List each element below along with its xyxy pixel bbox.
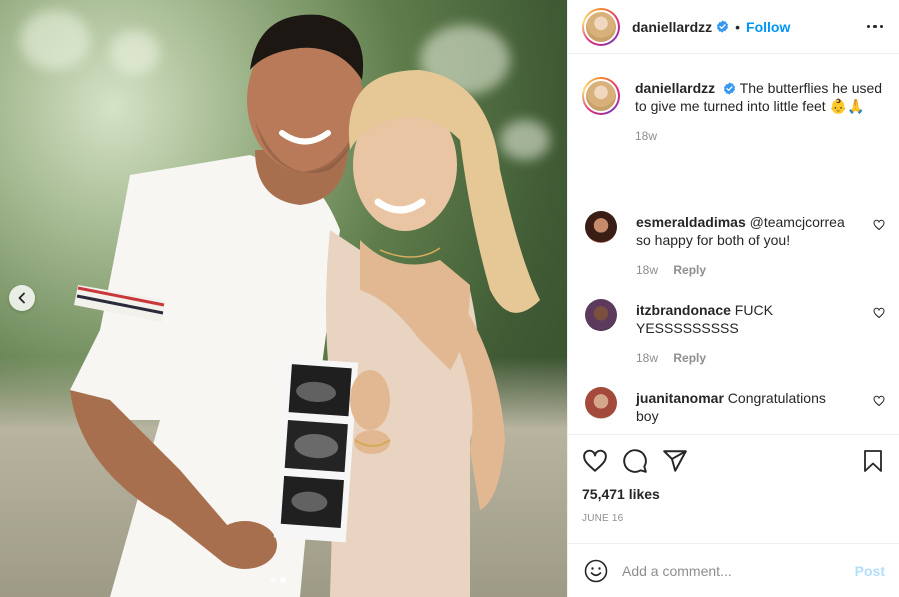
verified-badge-icon: [716, 20, 729, 33]
like-button[interactable]: [582, 448, 608, 474]
comment-username[interactable]: juanitanomar: [636, 390, 724, 406]
comment-button[interactable]: [622, 448, 648, 474]
author-username[interactable]: daniellardzz: [632, 19, 712, 35]
heart-icon[interactable]: [873, 307, 885, 319]
comment-item: esmeraldadimas @teamcjcorrea so happy fo…: [582, 211, 885, 277]
comment-age: 18w: [636, 263, 659, 277]
comment-username[interactable]: esmeraldadimas: [636, 214, 746, 230]
comment-username[interactable]: itzbrandonace: [636, 302, 731, 318]
post-photo: [70, 14, 540, 597]
commenter-avatar[interactable]: [585, 299, 617, 331]
comment-age: 18w: [636, 351, 659, 365]
ultrasound-strip: [273, 357, 359, 543]
carousel-indicator: [270, 577, 286, 583]
reply-button[interactable]: Reply: [673, 351, 706, 365]
bookmark-icon: [864, 450, 882, 472]
author-avatar[interactable]: [582, 7, 620, 46]
carousel-dot: [270, 577, 276, 583]
heart-icon: [583, 449, 607, 472]
post-comment-button[interactable]: Post: [855, 563, 885, 579]
caption-username[interactable]: daniellardzz: [635, 80, 715, 96]
carousel-dot-active: [280, 577, 286, 583]
heart-icon[interactable]: [873, 395, 885, 407]
woman-hand: [350, 370, 390, 430]
carousel-prev-button[interactable]: [9, 285, 35, 311]
chevron-left-icon: [18, 292, 25, 304]
post-actions: 75,471 likes JUNE 16: [568, 434, 899, 524]
share-button[interactable]: [662, 448, 688, 474]
likes-count[interactable]: 75,471 likes: [582, 486, 885, 502]
post-caption: daniellardzz The butterflies he used to …: [582, 77, 885, 143]
header-separator: •: [735, 18, 741, 35]
share-icon: [663, 450, 687, 472]
post-media[interactable]: [0, 0, 567, 597]
heart-icon[interactable]: [873, 219, 885, 231]
commenter-avatar[interactable]: [585, 211, 617, 243]
caption-avatar[interactable]: [582, 77, 620, 115]
add-comment-bar: Post: [568, 543, 899, 597]
post-header: daniellardzz • Follow: [568, 0, 899, 54]
post-date[interactable]: JUNE 16: [582, 513, 885, 524]
comment-icon: [623, 449, 647, 473]
emoji-icon[interactable]: [584, 559, 608, 583]
follow-button[interactable]: Follow: [746, 19, 790, 35]
comments-list[interactable]: daniellardzz The butterflies he used to …: [568, 55, 899, 433]
post-side-panel: daniellardzz • Follow daniellardzz The b…: [567, 0, 899, 597]
reply-button[interactable]: Reply: [673, 263, 706, 277]
comment-item: itzbrandonace FUCK YESSSSSSSSS 18w Reply: [582, 299, 885, 365]
caption-age: 18w: [635, 129, 658, 143]
verified-badge-icon: [723, 82, 736, 95]
more-icon[interactable]: [866, 24, 883, 29]
comment-item: juanitanomar Congratulations boy: [582, 387, 885, 425]
commenter-avatar[interactable]: [585, 387, 617, 419]
save-button[interactable]: [861, 448, 885, 474]
comment-input[interactable]: [622, 562, 855, 579]
